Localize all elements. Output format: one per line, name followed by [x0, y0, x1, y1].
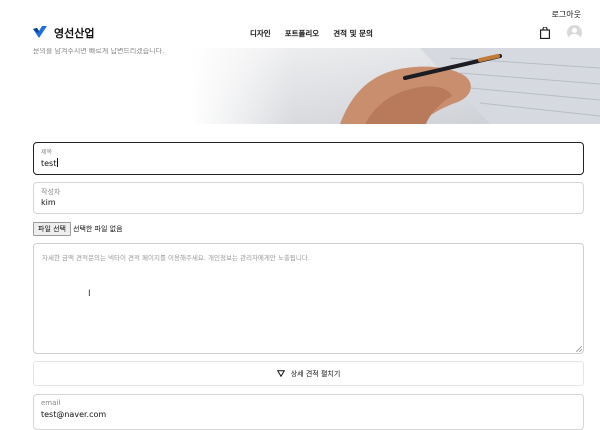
email-input-value[interactable]: test@naver.com: [41, 410, 106, 419]
triangle-down-icon: [276, 370, 285, 377]
main-nav: 디자인 포트폴리오 견적 및 문의: [250, 28, 373, 39]
content-placeholder: 자세한 금액 견적문의는 넥타이 견적 페이지를 이용해주세요. 개인정보는 관…: [42, 254, 310, 262]
title-field[interactable]: 제목 test: [33, 142, 584, 175]
text-caret: [57, 158, 59, 167]
author-label: 작성자: [41, 188, 61, 196]
hero-intro-text: 문의를 남겨주시면 빠르게 답변드리겠습니다.: [33, 48, 165, 55]
resize-grip-icon[interactable]: [576, 346, 582, 352]
title-input-value[interactable]: test: [41, 158, 59, 168]
email-label: email: [41, 399, 61, 407]
nav-item-estimate-inquiry[interactable]: 견적 및 문의: [333, 28, 373, 39]
avatar[interactable]: [567, 25, 582, 40]
title-text: test: [41, 159, 57, 168]
expand-details-button[interactable]: 상세 견적 펼치기: [33, 361, 584, 386]
file-input: 파일 선택 선택한 파일 없음: [33, 221, 123, 236]
top-bar: 로그아웃 영선산업 디자인 포트폴리오 견적 및 문의: [0, 0, 600, 48]
brand-name[interactable]: 영선산업: [54, 25, 94, 41]
hero-banner: 문의를 남겨주시면 빠르게 답변드리겠습니다.: [0, 48, 600, 124]
hero-photo-hand-writing: [190, 48, 600, 124]
text-cursor-icon: I: [88, 289, 91, 299]
author-input-value[interactable]: kim: [41, 198, 56, 207]
content-textarea[interactable]: 자세한 금액 견적문의는 넥타이 견적 페이지를 이용해주세요. 개인정보는 관…: [33, 243, 584, 354]
brand-logo-icon[interactable]: [33, 26, 47, 38]
logout-link[interactable]: 로그아웃: [552, 9, 581, 20]
nav-item-design[interactable]: 디자인: [250, 28, 271, 39]
author-field[interactable]: 작성자 kim: [33, 182, 584, 214]
shopping-bag-icon[interactable]: [540, 27, 550, 39]
title-label: 제목: [41, 149, 53, 156]
file-status-text: 선택한 파일 없음: [73, 224, 123, 233]
choose-file-button[interactable]: 파일 선택: [33, 221, 71, 236]
expand-details-label: 상세 견적 펼치기: [290, 369, 341, 378]
nav-item-portfolio[interactable]: 포트폴리오: [285, 28, 320, 39]
